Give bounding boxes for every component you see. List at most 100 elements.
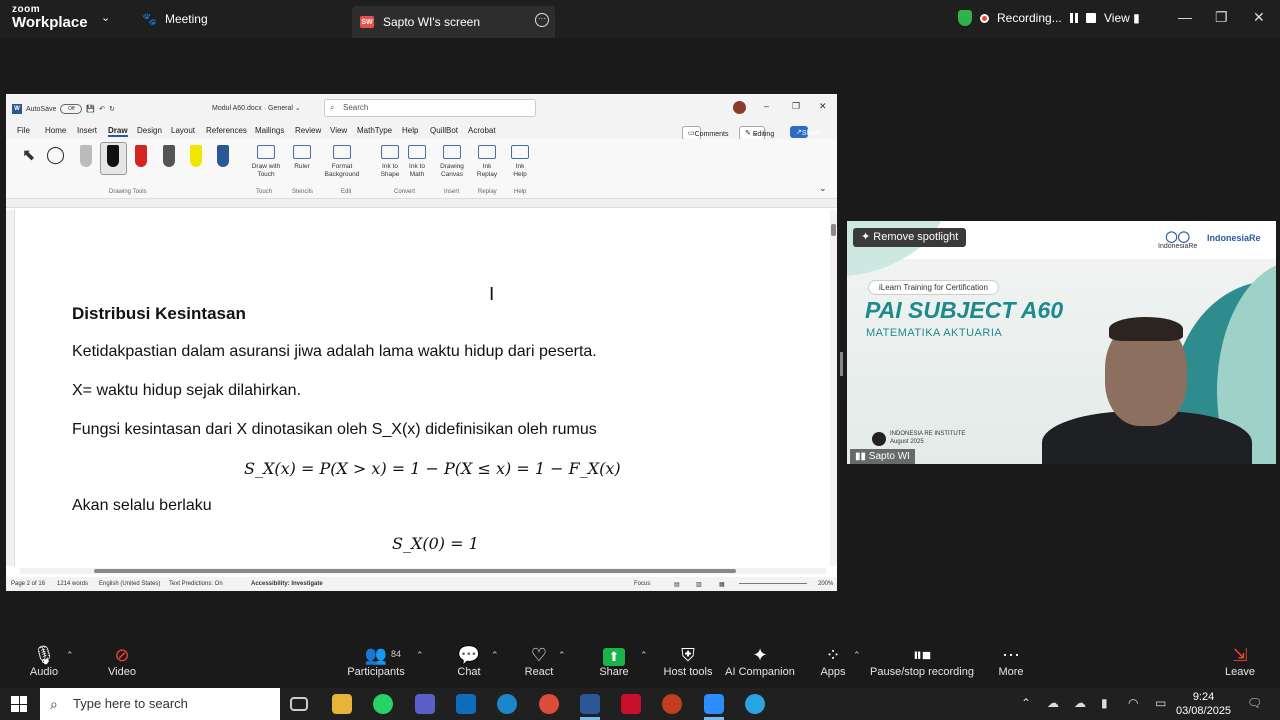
chevron-down-icon[interactable]: ⌄: [101, 11, 110, 24]
restore-icon[interactable]: ❐: [1215, 9, 1228, 26]
panel-resize-handle[interactable]: [840, 352, 843, 376]
select-pointer-icon[interactable]: ⬉: [22, 145, 35, 165]
onedrive-icon[interactable]: ☁: [1074, 696, 1086, 710]
autosave-toggle[interactable]: Off: [60, 104, 83, 114]
more-options-icon[interactable]: ···: [535, 13, 549, 27]
pause-stop-recording-button[interactable]: ⏸⏹ Pause/stop recording: [868, 644, 976, 678]
menu-draw[interactable]: Draw: [108, 126, 128, 137]
user-avatar[interactable]: [733, 101, 746, 114]
vertical-scroll-thumb[interactable]: [831, 224, 836, 236]
chat-button[interactable]: 💬 Chat: [453, 644, 485, 678]
status-language[interactable]: English (United States): [99, 581, 160, 587]
menu-mathtype[interactable]: MathType: [357, 126, 392, 135]
more-button[interactable]: ⋯ More: [995, 644, 1027, 678]
apps-caret-icon[interactable]: ⌃: [853, 650, 861, 661]
file-explorer-icon[interactable]: [332, 694, 352, 714]
audio-button[interactable]: 🎙 Audio: [24, 644, 64, 678]
stop-recording-icon[interactable]: [1085, 13, 1096, 23]
menu-insert[interactable]: Insert: [77, 126, 97, 135]
zoom-app-icon[interactable]: [704, 694, 724, 714]
tray-overflow-icon[interactable]: ⌃: [1021, 696, 1031, 710]
status-accessibility[interactable]: Accessibility: Investigate: [251, 581, 323, 587]
windows-start-icon[interactable]: [11, 696, 27, 712]
black-pen-icon[interactable]: [107, 145, 119, 167]
word-minimize-icon[interactable]: –: [764, 101, 769, 111]
status-words[interactable]: 1214 words: [57, 581, 88, 587]
teams-icon[interactable]: [415, 694, 435, 714]
document-page[interactable]: Distribusi Kesintasan Ketidakpastian dal…: [6, 210, 830, 566]
ink-replay-button[interactable]: Ink Replay: [475, 145, 499, 179]
minimize-icon[interactable]: —: [1178, 9, 1192, 25]
taskbar-search-input[interactable]: ⌕ Type here to search: [40, 688, 280, 720]
menu-quillbot[interactable]: QuillBot: [430, 126, 458, 135]
status-zoom[interactable]: 200%: [818, 581, 833, 587]
apps-button[interactable]: ⁘ Apps: [817, 644, 849, 678]
task-view-icon[interactable]: [290, 697, 308, 711]
zoom-slider[interactable]: [739, 583, 807, 584]
comments-button[interactable]: ▭ Comments: [682, 126, 728, 140]
leave-button[interactable]: ⇲ Leave: [1222, 644, 1258, 678]
system-clock[interactable]: 9:24 03/08/2025: [1176, 690, 1231, 719]
status-predictions[interactable]: Text Predictions: On: [169, 581, 223, 587]
lasso-icon[interactable]: ◯: [46, 145, 65, 165]
meeting-button[interactable]: 🐾 Meeting: [142, 12, 208, 26]
web-layout-icon[interactable]: ▦: [719, 581, 725, 588]
audio-caret-icon[interactable]: ⌃: [66, 650, 74, 661]
highlighter-icon[interactable]: [190, 145, 202, 167]
print-layout-icon[interactable]: ▤: [674, 581, 680, 588]
host-tools-button[interactable]: ⛨ Host tools: [662, 644, 714, 678]
format-background-button[interactable]: Format Background: [321, 145, 363, 179]
wifi-icon[interactable]: ◠: [1128, 696, 1138, 710]
horizontal-scrollbar[interactable]: [20, 568, 826, 574]
menu-layout[interactable]: Layout: [171, 126, 195, 135]
menu-review[interactable]: Review: [295, 126, 321, 135]
save-icon[interactable]: 💾: [86, 105, 95, 113]
share-screen-button[interactable]: ⬆ Share: [597, 644, 631, 678]
menu-help[interactable]: Help: [402, 126, 418, 135]
pause-recording-icon[interactable]: [1069, 13, 1078, 23]
word-share-button[interactable]: ↗ Share: [790, 126, 821, 138]
blue-pen-icon[interactable]: [217, 145, 229, 167]
ai-companion-button[interactable]: ✦ AI Companion: [724, 644, 796, 678]
status-focus[interactable]: Focus: [634, 581, 650, 587]
display-icon[interactable]: ▭: [1155, 696, 1166, 710]
ink-help-button[interactable]: Ink Help: [509, 145, 531, 179]
collapse-ribbon-icon[interactable]: ⌄: [819, 183, 827, 194]
whatsapp-icon[interactable]: [373, 694, 393, 714]
speaker-video[interactable]: ◯◯ IndonesiaRe IndonesiaRe ✦ Remove spotl…: [847, 221, 1276, 464]
ink-to-shape-button[interactable]: Ink to Shape: [376, 145, 404, 179]
react-caret-icon[interactable]: ⌃: [558, 650, 566, 661]
edge-icon[interactable]: [497, 694, 517, 714]
editing-button[interactable]: ✎ Editing ⌄: [739, 126, 774, 140]
word-search-input[interactable]: ⌕ Search: [324, 99, 536, 117]
react-button[interactable]: ♡ React: [523, 644, 555, 678]
video-button[interactable]: ⊘ Video: [102, 644, 142, 678]
menu-acrobat[interactable]: Acrobat: [468, 126, 496, 135]
menu-design[interactable]: Design: [137, 126, 162, 135]
ink-to-math-button[interactable]: Ink to Math: [404, 145, 430, 179]
horizontal-scroll-thumb[interactable]: [94, 569, 736, 573]
usb-icon[interactable]: ▮: [1101, 696, 1108, 710]
participants-caret-icon[interactable]: ⌃: [416, 650, 424, 661]
outlook-icon[interactable]: [456, 694, 476, 714]
vertical-scrollbar[interactable]: [830, 210, 837, 566]
menu-file[interactable]: File: [17, 126, 30, 135]
status-page[interactable]: Page 2 of 16: [11, 581, 45, 587]
chat-caret-icon[interactable]: ⌃: [491, 650, 499, 661]
eraser-icon[interactable]: [80, 145, 92, 167]
undo-icon[interactable]: ↶: [99, 105, 105, 113]
security-shield-icon[interactable]: [958, 10, 972, 26]
word-restore-icon[interactable]: ❐: [792, 101, 800, 112]
menu-view[interactable]: View: [330, 126, 347, 135]
menu-home[interactable]: Home: [45, 126, 66, 135]
drawing-canvas-button[interactable]: Drawing Canvas: [436, 145, 468, 179]
draw-with-touch-button[interactable]: Draw with Touch: [248, 145, 284, 179]
powerpoint-icon[interactable]: [662, 694, 682, 714]
share-caret-icon[interactable]: ⌃: [640, 650, 648, 661]
redo-icon[interactable]: ↻: [109, 105, 115, 113]
document-name[interactable]: Modul A60.docx · General ⌄: [212, 104, 301, 112]
network-cloud-icon[interactable]: ☁: [1047, 696, 1059, 710]
chrome-icon[interactable]: [539, 694, 559, 714]
notifications-icon[interactable]: 🗨: [1247, 696, 1262, 710]
menu-references[interactable]: References: [206, 126, 247, 135]
